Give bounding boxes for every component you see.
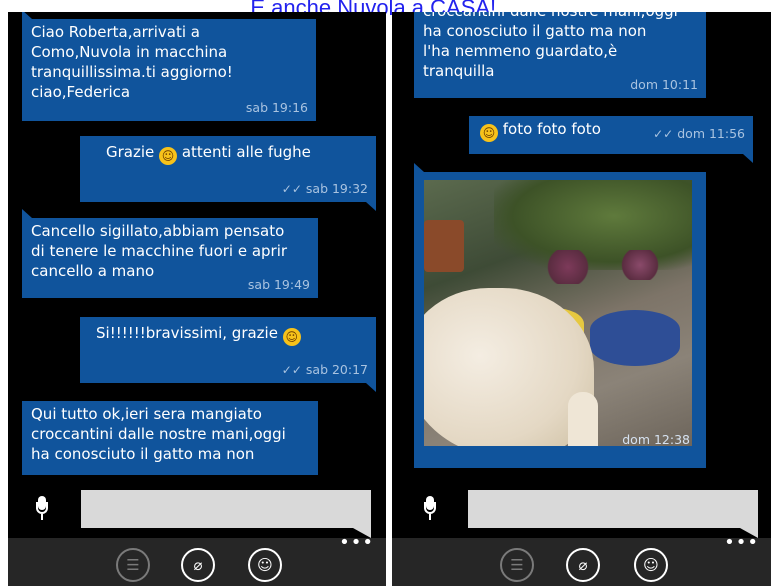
chat-screen-right: croccantini dalle nostre mani,oggi ha co… (392, 12, 771, 586)
app-bar: ☰ ⌀ ☺ ••• (8, 532, 386, 586)
smiley-icon[interactable]: ☺ (248, 548, 282, 582)
message-text: Cancello sigillato,abbiam pensato di ten… (31, 222, 288, 280)
message-input[interactable] (81, 490, 371, 528)
compose-bar (8, 482, 386, 538)
message-timestamp: sab 20:17 (305, 362, 368, 377)
message-bubble-received[interactable]: Cancello sigillato,abbiam pensato di ten… (22, 209, 318, 298)
app-bar: ☰ ⌀ ☺ ••• (392, 532, 771, 586)
message-text: Qui tutto ok,ieri sera mangiato croccant… (31, 405, 286, 463)
message-bubble-received[interactable]: Qui tutto ok,ieri sera mangiato croccant… (22, 401, 318, 475)
compose-bar (392, 482, 771, 538)
message-timestamp: dom 12:38 (622, 432, 690, 447)
microphone-icon[interactable] (36, 496, 48, 522)
message-bubble-sent[interactable]: ☺ foto foto foto ✓✓ dom 11:56 (469, 116, 753, 163)
dog-photo[interactable] (424, 180, 692, 446)
message-text: foto foto foto (502, 120, 601, 138)
smiley-emoji-icon: ☺ (159, 147, 178, 165)
message-timestamp: dom 11:56 (677, 126, 745, 141)
message-timestamp: dom 10:11 (630, 77, 698, 92)
more-options-icon[interactable]: ••• (724, 532, 759, 553)
message-text: Si!!!!!!bravissimi, grazie (96, 324, 278, 342)
more-options-icon[interactable]: ••• (339, 532, 374, 553)
message-bubble-sent[interactable]: Si!!!!!!bravissimi, grazie ☺ ✓✓ sab 20:17 (80, 317, 376, 392)
smiley-emoji-icon: ☺ (282, 328, 301, 346)
message-timestamp: sab 19:49 (247, 277, 310, 292)
message-bubble-received[interactable]: Ciao Roberta,arrivati a Como,Nuvola in m… (22, 12, 316, 121)
message-text: croccantini dalle nostre mani,oggi ha co… (423, 12, 678, 80)
message-input[interactable] (468, 490, 758, 528)
message-text: Grazie (106, 143, 155, 161)
read-ticks-icon: ✓✓ (281, 363, 302, 377)
read-ticks-icon: ✓✓ (653, 127, 674, 141)
chat-icon[interactable]: ☰ (116, 548, 150, 582)
message-timestamp: sab 19:32 (305, 181, 368, 196)
chat-icon[interactable]: ☰ (500, 548, 534, 582)
message-timestamp: sab 19:16 (245, 100, 308, 115)
message-text-continued: attenti alle fughe (181, 143, 311, 161)
attach-icon[interactable]: ⌀ (181, 548, 215, 582)
message-bubble-received[interactable]: croccantini dalle nostre mani,oggi ha co… (414, 12, 706, 98)
smiley-emoji-icon: ☺ (480, 124, 498, 142)
chat-screen-left: Ciao Roberta,arrivati a Como,Nuvola in m… (8, 12, 386, 586)
message-bubble-sent[interactable]: Grazie ☺ attenti alle fughe ✓✓ sab 19:32 (80, 136, 376, 211)
read-ticks-icon: ✓✓ (281, 182, 302, 196)
microphone-icon[interactable] (424, 496, 436, 522)
photo-message-bubble[interactable]: dom 12:38 (414, 163, 706, 468)
attach-icon[interactable]: ⌀ (566, 548, 600, 582)
message-text: Ciao Roberta,arrivati a Como,Nuvola in m… (31, 23, 233, 101)
smiley-icon[interactable]: ☺ (634, 548, 668, 582)
